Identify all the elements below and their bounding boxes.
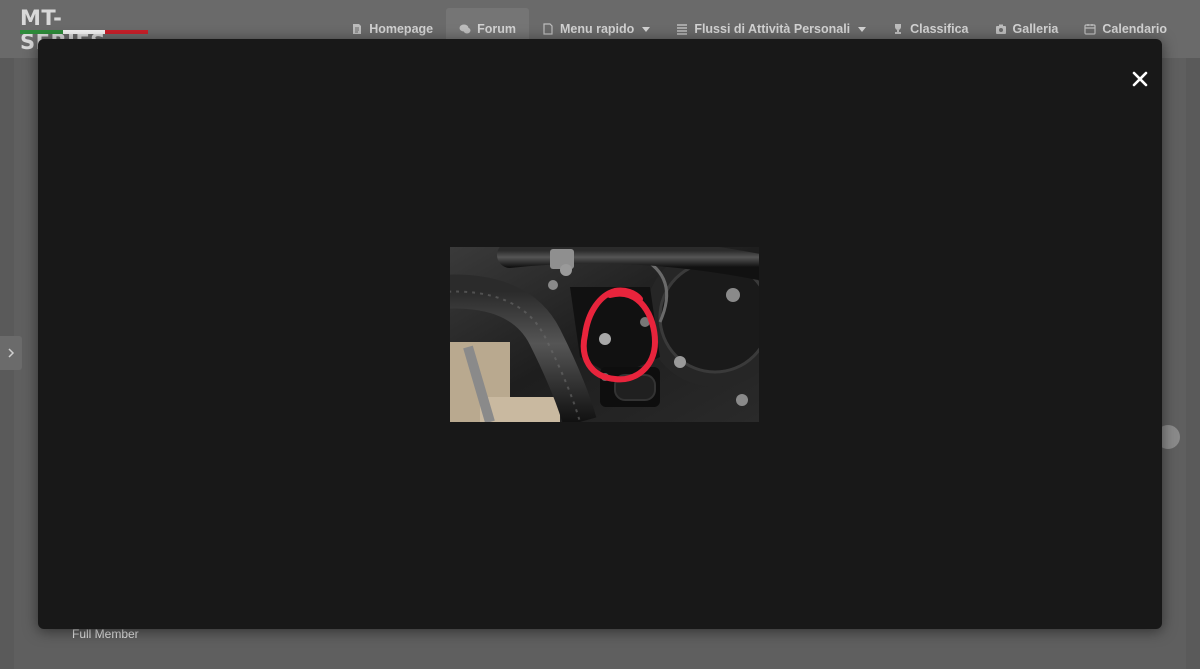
flag-green xyxy=(20,30,63,34)
trophy-icon xyxy=(895,24,902,34)
nav-label: Forum xyxy=(477,22,516,36)
motorcycle-engine-photo xyxy=(450,247,759,422)
nav-label: Calendario xyxy=(1102,22,1167,36)
site-logo[interactable]: MT-SERIES xyxy=(20,6,149,54)
calendar-icon xyxy=(1084,24,1096,35)
chevron-down-icon xyxy=(858,26,867,32)
lightbox-image[interactable] xyxy=(450,247,759,422)
document-icon xyxy=(543,23,553,35)
nav-label: Menu rapido xyxy=(560,22,635,36)
nav-label: Galleria xyxy=(1012,22,1059,36)
nav-label: Classifica xyxy=(910,22,969,36)
flag-red xyxy=(105,30,149,34)
author-rank-label: Full Member xyxy=(72,627,139,641)
nav-label: Flussi di Attività Personali xyxy=(694,22,851,36)
chevron-down-icon xyxy=(642,26,651,32)
close-icon xyxy=(1132,71,1148,87)
forum-page: MT-SERIES Homepage Forum Menu rapido xyxy=(0,0,1200,669)
sidebar-toggle[interactable] xyxy=(0,336,22,370)
image-lightbox xyxy=(38,39,1162,629)
page-icon xyxy=(353,24,362,34)
camera-icon xyxy=(995,24,1006,34)
flag-white xyxy=(62,30,106,34)
chevron-right-icon xyxy=(8,348,15,358)
chat-icon xyxy=(459,24,471,34)
logo-flag-stripe xyxy=(20,30,149,34)
list-icon xyxy=(677,24,688,35)
nav-label: Homepage xyxy=(369,22,434,36)
lightbox-close-button[interactable] xyxy=(1128,67,1152,91)
